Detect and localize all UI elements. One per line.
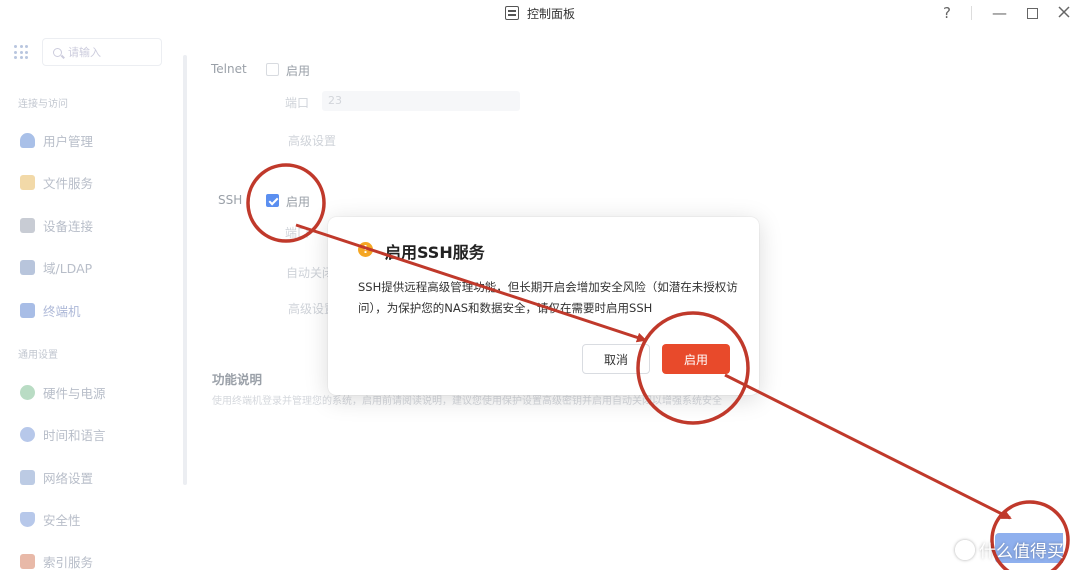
control-panel-icon — [504, 6, 519, 20]
window-controls: ? — — [943, 0, 1070, 26]
title-bar: 控制面板 ? — — [0, 0, 1080, 26]
maximize-button[interactable] — [1027, 7, 1038, 19]
window-controls-divider — [971, 6, 972, 20]
window-title: 控制面板 — [504, 5, 575, 22]
enable-ssh-dialog: ! 启用SSH服务 SSH提供远程高级管理功能，但长期开启会增加安全风险（如潜在… — [328, 217, 759, 395]
close-button[interactable] — [1058, 5, 1070, 21]
watermark-logo-icon — [955, 539, 975, 560]
watermark-text: 什么值得买 — [979, 542, 1064, 562]
cancel-button[interactable]: 取消 — [582, 344, 650, 374]
help-button[interactable]: ? — [943, 5, 951, 21]
enable-button[interactable]: 启用 — [662, 344, 730, 374]
window-title-text: 控制面板 — [526, 6, 575, 21]
watermark: 什么值得买 — [955, 537, 1064, 562]
close-icon — [1058, 5, 1070, 18]
warning-icon: ! — [358, 242, 373, 257]
dialog-title: 启用SSH服务 — [385, 243, 485, 262]
minimize-button[interactable]: — — [992, 5, 1007, 21]
dialog-message: SSH提供远程高级管理功能，但长期开启会增加安全风险（如潜在未授权访问），为保护… — [358, 280, 738, 315]
